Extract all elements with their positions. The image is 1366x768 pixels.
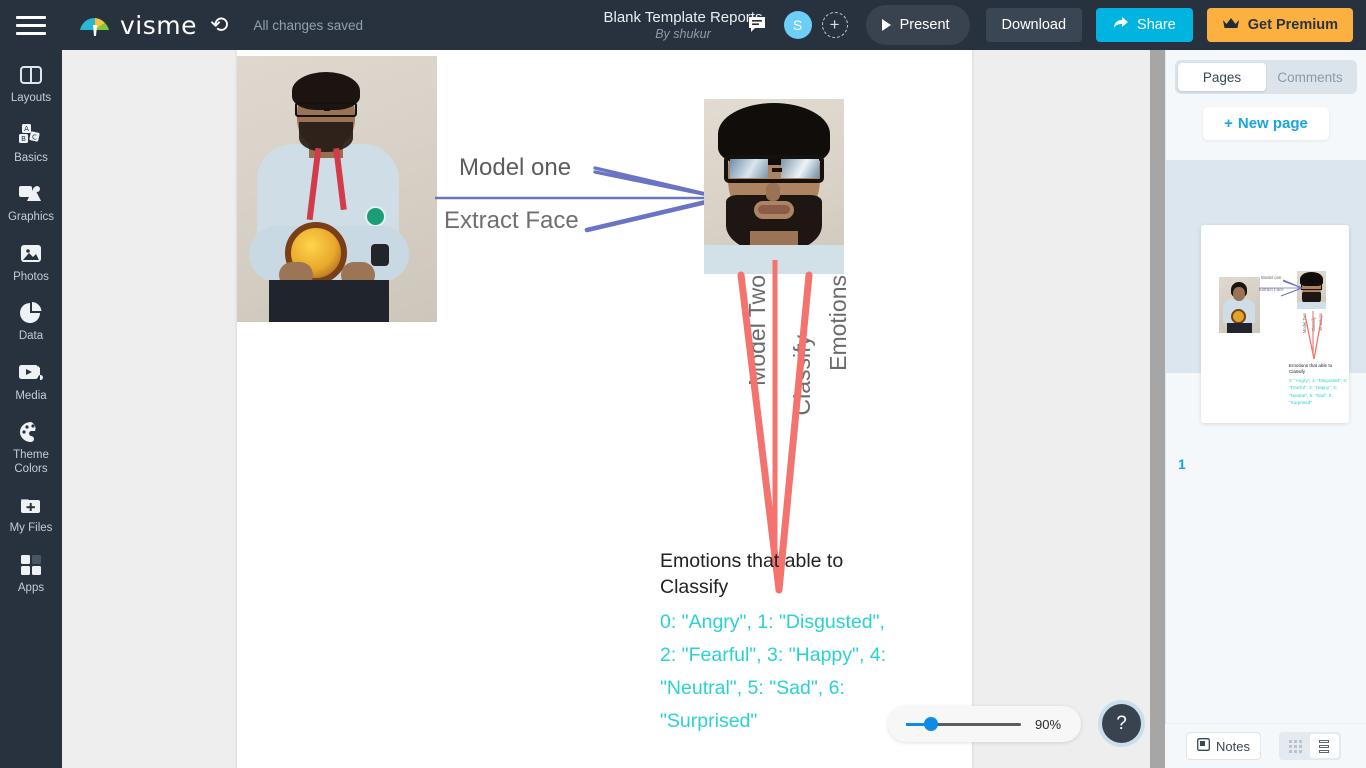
photos-icon: [19, 239, 43, 269]
share-label: Share: [1137, 17, 1176, 33]
left-sidebar: Layouts A B C Basics Graphics Photos Dat…: [0, 50, 62, 768]
layouts-icon: [19, 60, 43, 90]
list-view-icon[interactable]: [1309, 734, 1339, 758]
view-toggle: [1278, 732, 1341, 760]
sidebar-item-media[interactable]: Media: [0, 358, 62, 404]
pages-thumbnail-list: 1 Model one Extract Face Model Two Emoti…: [1166, 160, 1366, 768]
comment-icon[interactable]: [744, 12, 770, 38]
sidebar-item-label: Basics: [14, 151, 48, 164]
theme-colors-icon: [19, 417, 43, 447]
share-button[interactable]: Share: [1096, 8, 1193, 42]
thumb-red-arrow: [1304, 311, 1323, 360]
zoom-slider[interactable]: [906, 717, 1021, 731]
sidebar-item-label: Photos: [13, 270, 49, 283]
thumb-heading: Emotions that able to Classify: [1289, 363, 1333, 374]
page-title[interactable]: Blank Template Reports: [604, 9, 763, 26]
sidebar-item-label: Layouts: [10, 92, 52, 104]
sidebar-item-theme-colors[interactable]: Theme Colors: [0, 417, 62, 476]
zoom-control[interactable]: 90%: [888, 706, 1081, 742]
save-status: All changes saved: [253, 17, 364, 33]
sidebar-item-label: Theme Colors: [13, 449, 49, 475]
brand-name[interactable]: visme: [120, 11, 197, 40]
notes-label: Notes: [1216, 738, 1250, 754]
plus-icon: +: [1224, 115, 1233, 132]
share-icon: [1113, 16, 1129, 34]
sidebar-item-photos[interactable]: Photos: [0, 239, 62, 285]
label-model-one[interactable]: Model one: [459, 154, 571, 182]
tab-comments[interactable]: Comments: [1266, 63, 1354, 91]
red-arrow[interactable]: [727, 260, 847, 595]
new-page-label: New page: [1237, 115, 1308, 132]
add-collaborator-button[interactable]: +: [821, 12, 848, 38]
right-panel: Pages Comments + New page 1 Model one Ex…: [1165, 50, 1366, 768]
emotions-list-text[interactable]: 0: "Angry", 1: "Disgusted", 2: "Fearful"…: [660, 606, 906, 738]
sidebar-item-label: Apps: [17, 581, 45, 594]
thumbnail-number: 1: [1178, 456, 1186, 472]
apps-icon: [19, 550, 43, 580]
zoom-slider-knob[interactable]: [924, 717, 938, 731]
sidebar-item-label: Data: [18, 330, 44, 342]
tab-pages[interactable]: Pages: [1178, 63, 1266, 91]
heading-emotions-classify[interactable]: Emotions that able to Classify: [660, 548, 900, 600]
new-page-button[interactable]: + New page: [1203, 107, 1329, 140]
notes-icon: [1197, 738, 1210, 754]
download-button[interactable]: Download: [985, 8, 1083, 42]
label-extract-face[interactable]: Extract Face: [444, 207, 579, 235]
sidebar-item-data[interactable]: Data: [0, 298, 62, 344]
canvas-workspace[interactable]: Model one Extract Face Model Two Classif…: [62, 50, 1165, 768]
photo-extracted-face[interactable]: [704, 99, 844, 274]
sidebar-item-label: My Files: [9, 522, 53, 534]
visme-logo-icon: [79, 12, 111, 38]
sidebar-item-label: Graphics: [7, 211, 55, 223]
sidebar-item-my-files[interactable]: My Files: [0, 490, 62, 536]
brand: visme ⟲ All changes saved: [79, 11, 363, 40]
get-premium-button[interactable]: Get Premium: [1206, 8, 1353, 42]
thumb-label-model-one: Model one: [1261, 275, 1282, 280]
play-icon: [881, 19, 891, 31]
page-thumbnail-1[interactable]: Model one Extract Face Model Two Classif…: [1201, 225, 1349, 423]
thumb-emotions-list: 0: "Angry", 1: "Disgusted", 2: "Fearful"…: [1289, 378, 1348, 406]
crown-icon: [1222, 17, 1240, 34]
sidebar-item-graphics[interactable]: Graphics: [0, 179, 62, 225]
zoom-level-label: 90%: [1035, 716, 1062, 732]
panel-footer: Notes: [1165, 723, 1366, 768]
graphics-icon: [18, 179, 44, 209]
media-icon: [18, 358, 44, 388]
present-label: Present: [899, 17, 950, 33]
svg-text:C: C: [32, 133, 37, 141]
sidebar-item-label: Media: [15, 389, 47, 402]
sidebar-item-apps[interactable]: Apps: [0, 550, 62, 596]
document-author: By shukur: [655, 26, 711, 41]
notes-button[interactable]: Notes: [1186, 732, 1261, 760]
hamburger-menu-icon[interactable]: [0, 0, 62, 50]
slide-page[interactable]: Model one Extract Face Model Two Classif…: [237, 50, 972, 768]
canvas-scrollbar-track[interactable]: [1150, 50, 1165, 768]
avatar[interactable]: S: [783, 11, 812, 39]
thumb-photo-person: [1219, 277, 1260, 333]
help-button[interactable]: ?: [1102, 704, 1141, 743]
basics-icon: A B C: [18, 120, 44, 150]
data-icon: [19, 298, 43, 328]
thumb-label-extract-face: Extract Face: [1259, 287, 1284, 292]
sidebar-item-layouts[interactable]: Layouts: [0, 60, 62, 106]
present-button[interactable]: Present: [865, 5, 970, 45]
get-premium-label: Get Premium: [1247, 17, 1338, 33]
photo-person-with-trophy[interactable]: [237, 56, 437, 322]
grid-view-icon[interactable]: [1281, 734, 1310, 758]
visme-editor-window: visme ⟲ All changes saved Blank Template…: [0, 0, 1366, 768]
undo-icon[interactable]: ⟲: [210, 14, 228, 36]
svg-text:B: B: [21, 135, 26, 143]
svg-text:A: A: [24, 125, 29, 133]
sidebar-item-basics[interactable]: A B C Basics: [0, 120, 62, 166]
header-actions: S + Present Download Share Get Premium: [744, 0, 1366, 50]
panel-tabs: Pages Comments: [1175, 60, 1357, 94]
my-files-icon: [19, 490, 43, 520]
